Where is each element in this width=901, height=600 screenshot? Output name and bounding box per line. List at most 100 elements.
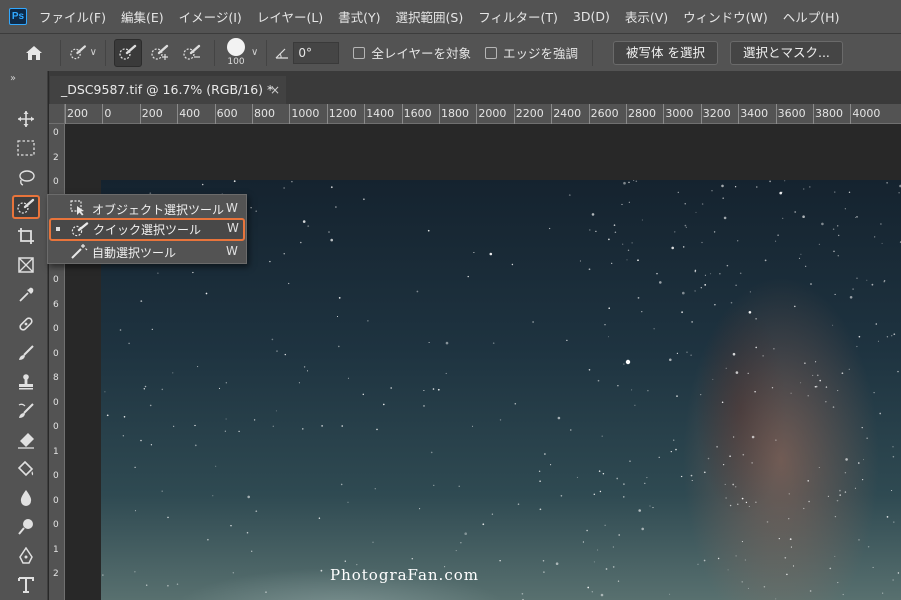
star bbox=[742, 453, 745, 456]
ruler-origin[interactable] bbox=[49, 104, 65, 124]
star bbox=[658, 456, 660, 458]
enhance-edge-checkbox[interactable]: エッジを強調 bbox=[484, 43, 578, 62]
type-tool[interactable] bbox=[12, 573, 40, 597]
star bbox=[250, 207, 252, 209]
star bbox=[747, 372, 749, 375]
move-tool[interactable] bbox=[12, 107, 40, 131]
new-selection-button[interactable] bbox=[114, 38, 142, 67]
menu-edit[interactable]: 編集(E) bbox=[121, 7, 164, 26]
ruler-tick bbox=[775, 104, 777, 124]
clone-stamp-tool[interactable] bbox=[12, 370, 40, 394]
watermark: PhotograFan.com bbox=[330, 566, 479, 584]
star bbox=[653, 328, 655, 330]
eraser-tool[interactable] bbox=[12, 428, 40, 452]
lasso-tool[interactable] bbox=[12, 166, 40, 190]
flyout-item-quick-selection[interactable]: クイック選択ツール W bbox=[49, 218, 245, 241]
menu-view[interactable]: 表示(V) bbox=[625, 7, 668, 26]
flyout-item-object-selection[interactable]: オブジェクト選択ツール W bbox=[48, 198, 246, 219]
star bbox=[883, 281, 885, 283]
document-tab-bar: _DSC9587.tif @ 16.7% (RGB/16) * × bbox=[49, 71, 901, 104]
menu-select[interactable]: 選択範囲(S) bbox=[396, 7, 464, 26]
star bbox=[721, 184, 724, 188]
star bbox=[836, 499, 839, 502]
star bbox=[741, 497, 744, 500]
star bbox=[890, 334, 893, 337]
menu-help[interactable]: ヘルプ(H) bbox=[783, 7, 840, 26]
star bbox=[608, 307, 610, 309]
ruler-tick bbox=[102, 104, 104, 124]
angle-input[interactable]: 0° bbox=[293, 41, 340, 64]
ruler-tick bbox=[139, 104, 141, 124]
star bbox=[647, 389, 649, 392]
blur-tool[interactable] bbox=[12, 486, 40, 510]
ruler-label: 200 bbox=[141, 107, 163, 120]
star bbox=[848, 191, 851, 194]
ruler-tick bbox=[700, 104, 702, 124]
add-to-selection-button[interactable] bbox=[146, 39, 174, 67]
menu-image[interactable]: イメージ(I) bbox=[179, 7, 242, 26]
ruler-label: 0 bbox=[53, 495, 59, 506]
eyedropper-tool[interactable] bbox=[12, 283, 40, 307]
menu-file[interactable]: ファイル(F) bbox=[39, 7, 106, 26]
star bbox=[656, 272, 658, 275]
ruler-tick bbox=[65, 104, 66, 124]
star bbox=[445, 341, 449, 345]
crop-tool[interactable] bbox=[12, 224, 40, 248]
close-icon[interactable]: × bbox=[270, 76, 280, 104]
flyout-item-magic-wand[interactable]: 自動選択ツール W bbox=[48, 241, 246, 262]
star bbox=[735, 555, 737, 557]
document-tab[interactable]: _DSC9587.tif @ 16.7% (RGB/16) * × bbox=[50, 76, 286, 104]
sample-all-layers-checkbox[interactable]: 全レイヤーを対象 bbox=[353, 43, 471, 62]
star bbox=[809, 186, 811, 188]
menu-3d[interactable]: 3D(D) bbox=[573, 9, 610, 24]
photoshop-logo[interactable]: Ps bbox=[9, 8, 27, 25]
star bbox=[600, 593, 604, 597]
home-button[interactable] bbox=[20, 39, 48, 67]
history-brush-tool[interactable] bbox=[12, 399, 40, 423]
brush-size-value: 100 bbox=[227, 57, 245, 67]
star bbox=[255, 210, 257, 212]
star bbox=[809, 590, 812, 592]
star bbox=[367, 320, 369, 322]
star bbox=[829, 567, 832, 570]
chevron-down-icon[interactable]: ∨ bbox=[251, 47, 258, 58]
menu-window[interactable]: ウィンドウ(W) bbox=[683, 7, 768, 26]
tool-preset-picker[interactable]: ∨ bbox=[69, 39, 97, 67]
star bbox=[873, 391, 875, 394]
pen-tool[interactable] bbox=[12, 544, 40, 568]
star bbox=[732, 483, 735, 486]
collapse-panel-icon[interactable]: ›› bbox=[10, 73, 16, 84]
star bbox=[816, 374, 819, 377]
star bbox=[858, 335, 861, 338]
ruler-tick bbox=[513, 104, 515, 124]
horizontal-ruler[interactable]: 200 0 200 400 600 800 1000 1200 1400 1600 1800 2000… bbox=[65, 104, 901, 124]
selection-tools-flyout: オブジェクト選択ツール W クイック選択ツール W 自動選択ツール W bbox=[47, 194, 247, 264]
brush-tool[interactable] bbox=[12, 341, 40, 365]
menu-filter[interactable]: フィルター(T) bbox=[478, 7, 558, 26]
quick-selection-tool[interactable] bbox=[12, 195, 40, 219]
star bbox=[821, 222, 824, 226]
ruler-tick bbox=[401, 104, 403, 124]
dodge-tool[interactable] bbox=[12, 515, 40, 539]
subtract-from-selection-button[interactable] bbox=[178, 39, 206, 67]
marquee-tool[interactable] bbox=[12, 136, 40, 160]
select-and-mask-button[interactable]: 選択とマスク... bbox=[729, 40, 843, 65]
spot-healing-tool[interactable] bbox=[12, 312, 40, 336]
paint-bucket-tool[interactable] bbox=[12, 457, 40, 481]
menu-type[interactable]: 書式(Y) bbox=[338, 7, 380, 26]
frame-tool[interactable] bbox=[12, 253, 40, 277]
star bbox=[423, 405, 425, 407]
star bbox=[212, 495, 214, 497]
brush-picker[interactable]: 100 bbox=[227, 38, 245, 67]
select-subject-button[interactable]: 被写体 を選択 bbox=[612, 40, 718, 65]
star bbox=[719, 273, 721, 275]
star bbox=[714, 304, 716, 306]
star bbox=[794, 211, 797, 213]
ruler-label: 0 bbox=[53, 397, 59, 408]
star bbox=[602, 472, 605, 475]
menu-layer[interactable]: レイヤー(L) bbox=[257, 7, 323, 26]
star bbox=[151, 328, 153, 331]
star bbox=[852, 288, 854, 290]
star bbox=[892, 446, 894, 448]
star bbox=[499, 419, 502, 421]
